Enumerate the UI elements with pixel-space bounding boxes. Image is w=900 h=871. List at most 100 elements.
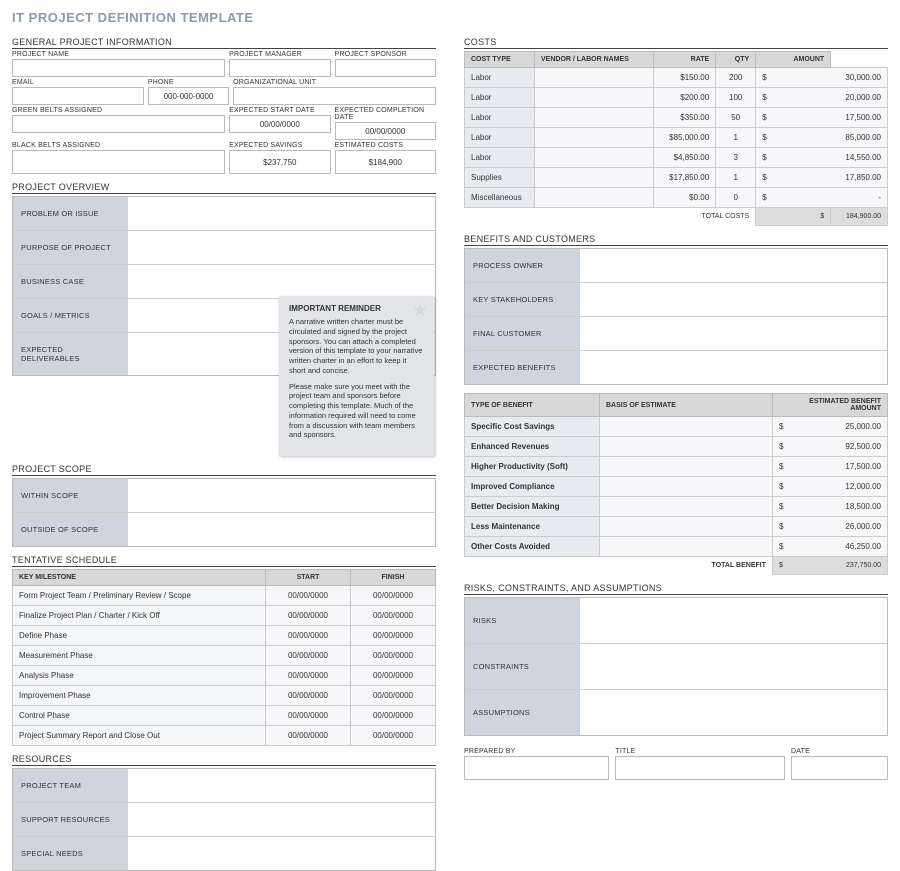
row-value[interactable] <box>128 197 435 230</box>
benefit-basis[interactable] <box>600 497 773 517</box>
expected-completion-input[interactable]: 00/00/0000 <box>335 122 436 140</box>
cost-cell[interactable] <box>535 88 654 108</box>
cost-cell[interactable]: $200.00 <box>654 88 716 108</box>
row-value[interactable] <box>128 803 435 836</box>
schedule-cell[interactable]: Form Project Team / Preliminary Review /… <box>13 586 266 606</box>
black-belts-label: BLACK BELTS ASSIGNED <box>12 142 225 149</box>
schedule-cell[interactable]: Measurement Phase <box>13 646 266 666</box>
benefit-amount[interactable]: $26,000.00 <box>773 517 888 537</box>
benefit-basis[interactable] <box>600 417 773 437</box>
cost-cell[interactable]: 50 <box>716 108 756 128</box>
schedule-cell[interactable]: Define Phase <box>13 626 266 646</box>
benefit-basis[interactable] <box>600 457 773 477</box>
schedule-cell[interactable]: Project Summary Report and Close Out <box>13 726 266 746</box>
expected-start-input[interactable]: 00/00/0000 <box>229 115 330 133</box>
org-unit-input[interactable] <box>233 87 436 105</box>
benefit-basis[interactable] <box>600 517 773 537</box>
schedule-cell[interactable]: 00/00/0000 <box>266 726 351 746</box>
cost-cell[interactable]: $4,850.00 <box>654 148 716 168</box>
schedule-cell[interactable]: 00/00/0000 <box>266 646 351 666</box>
row-value[interactable] <box>580 317 887 350</box>
schedule-cell[interactable]: 00/00/0000 <box>266 586 351 606</box>
row-value[interactable] <box>580 644 887 689</box>
row-value[interactable] <box>580 283 887 316</box>
row-value[interactable] <box>128 769 435 802</box>
row-value[interactable] <box>580 249 887 282</box>
schedule-cell[interactable]: 00/00/0000 <box>351 586 436 606</box>
email-input[interactable] <box>12 87 144 105</box>
cost-cell[interactable]: 1 <box>716 128 756 148</box>
project-manager-input[interactable] <box>229 59 330 77</box>
cost-cell[interactable] <box>535 168 654 188</box>
row-value[interactable] <box>128 837 435 870</box>
benefit-amount[interactable]: $12,000.00 <box>773 477 888 497</box>
general-header: GENERAL PROJECT INFORMATION <box>12 37 436 49</box>
schedule-cell[interactable]: 00/00/0000 <box>351 686 436 706</box>
expected-savings-value: $237,750 <box>229 150 330 174</box>
benefit-type: Other Costs Avoided <box>465 537 600 557</box>
schedule-cell[interactable]: 00/00/0000 <box>351 606 436 626</box>
row-value[interactable] <box>580 598 887 643</box>
cost-cell[interactable]: Labor <box>465 128 535 148</box>
schedule-cell[interactable]: 00/00/0000 <box>266 686 351 706</box>
row-value[interactable] <box>128 231 435 264</box>
schedule-cell[interactable]: Improvement Phase <box>13 686 266 706</box>
phone-input[interactable]: 000-000-0000 <box>148 87 229 105</box>
cost-cell[interactable]: Miscellaneous <box>465 188 535 208</box>
benefit-basis[interactable] <box>600 437 773 457</box>
schedule-cell[interactable]: Finalize Project Plan / Charter / Kick O… <box>13 606 266 626</box>
schedule-cell[interactable]: 00/00/0000 <box>351 706 436 726</box>
row-value[interactable] <box>128 265 435 298</box>
black-belts-input[interactable] <box>12 150 225 174</box>
schedule-cell[interactable]: 00/00/0000 <box>266 606 351 626</box>
schedule-cell[interactable]: 00/00/0000 <box>266 666 351 686</box>
benefit-amount[interactable]: $92,500.00 <box>773 437 888 457</box>
green-belts-input[interactable] <box>12 115 225 133</box>
cost-cell[interactable]: Supplies <box>465 168 535 188</box>
project-name-input[interactable] <box>12 59 225 77</box>
benefit-basis[interactable] <box>600 537 773 557</box>
cost-cell[interactable]: 3 <box>716 148 756 168</box>
cost-cell[interactable]: 100 <box>716 88 756 108</box>
row-value[interactable] <box>128 479 435 512</box>
cost-cell[interactable] <box>535 188 654 208</box>
cost-cell[interactable]: $350.00 <box>654 108 716 128</box>
schedule-cell[interactable]: 00/00/0000 <box>351 666 436 686</box>
row-value[interactable] <box>128 513 435 546</box>
benefit-basis[interactable] <box>600 477 773 497</box>
project-sponsor-input[interactable] <box>335 59 436 77</box>
row-value[interactable] <box>580 351 887 384</box>
cost-cell[interactable] <box>535 128 654 148</box>
phone-label: PHONE <box>148 79 229 86</box>
cost-cell[interactable]: $0.00 <box>654 188 716 208</box>
row-value[interactable] <box>580 690 887 735</box>
schedule-cell[interactable]: Control Phase <box>13 706 266 726</box>
schedule-cell[interactable]: 00/00/0000 <box>266 626 351 646</box>
cost-cell[interactable]: Labor <box>465 148 535 168</box>
cost-cell[interactable]: $17,850.00 <box>654 168 716 188</box>
cost-cell[interactable] <box>535 148 654 168</box>
cost-cell[interactable]: Labor <box>465 88 535 108</box>
cost-cell[interactable]: 0 <box>716 188 756 208</box>
cost-cell[interactable]: Labor <box>465 108 535 128</box>
cost-cell[interactable] <box>535 108 654 128</box>
benefit-amount[interactable]: $17,500.00 <box>773 457 888 477</box>
schedule-cell[interactable]: 00/00/0000 <box>266 706 351 726</box>
cost-cell[interactable]: $85,000.00 <box>654 128 716 148</box>
cost-cell[interactable]: 200 <box>716 68 756 88</box>
benefit-type: Less Maintenance <box>465 517 600 537</box>
cost-cell[interactable]: 1 <box>716 168 756 188</box>
cost-cell[interactable]: Labor <box>465 68 535 88</box>
schedule-cell[interactable]: 00/00/0000 <box>351 626 436 646</box>
schedule-cell[interactable]: 00/00/0000 <box>351 646 436 666</box>
date-input[interactable] <box>791 756 888 780</box>
benefit-amount[interactable]: $46,250.00 <box>773 537 888 557</box>
cost-cell[interactable]: $150.00 <box>654 68 716 88</box>
benefit-amount[interactable]: $25,000.00 <box>773 417 888 437</box>
benefit-amount[interactable]: $18,500.00 <box>773 497 888 517</box>
cost-cell[interactable] <box>535 68 654 88</box>
title-input[interactable] <box>615 756 785 780</box>
schedule-cell[interactable]: 00/00/0000 <box>351 726 436 746</box>
prepared-by-input[interactable] <box>464 756 609 780</box>
schedule-cell[interactable]: Analysis Phase <box>13 666 266 686</box>
